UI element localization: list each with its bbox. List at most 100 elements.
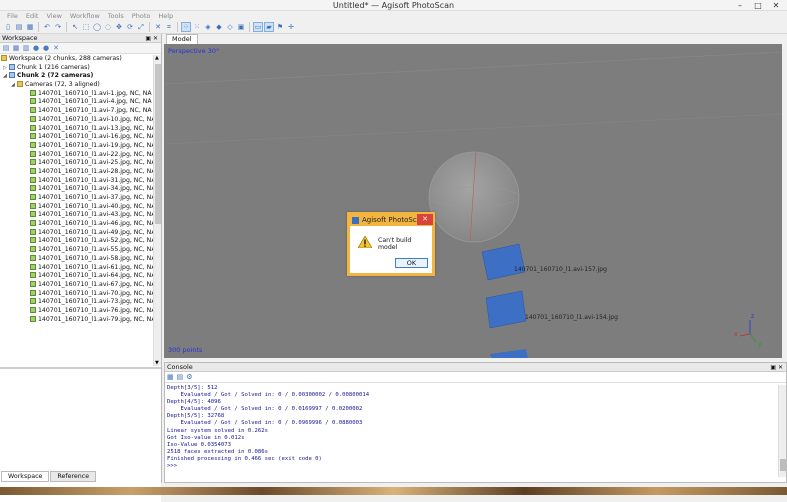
axis-x-label: x (734, 331, 738, 338)
workspace-scrollbar[interactable]: ▲ ▼ (153, 55, 161, 366)
camera-image-icon (30, 272, 36, 279)
camera-list-item[interactable]: 140701_160710_l1.avi-49.jpg, NC, NA (0, 228, 153, 238)
show-cameras-icon[interactable]: ▭ (253, 22, 263, 32)
camera-list-item[interactable]: 140701_160710_l1.avi-64.jpg, NC, NA (0, 272, 153, 281)
tab-model[interactable]: Model (166, 34, 198, 44)
rotate-object-icon[interactable]: ⟳ (125, 22, 135, 32)
crop-selection-icon[interactable]: ⌗ (164, 22, 174, 32)
menu-help[interactable]: Help (154, 11, 177, 21)
circle-select-icon[interactable]: ◯ (92, 22, 102, 32)
camera-plane-partial[interactable] (490, 349, 528, 358)
camera-list-item[interactable]: 140701_160710_l1.avi-61.jpg, NC, NA (0, 263, 153, 273)
save-log-icon[interactable]: ▦ (167, 373, 174, 381)
add-folder-icon[interactable]: ▥ (22, 44, 30, 52)
disable-icon[interactable]: ● (42, 44, 50, 52)
move-object-icon[interactable]: ✥ (114, 22, 124, 32)
camera-list-item[interactable]: 140701_160710_l1.avi-13.jpg, NC, NA (0, 124, 153, 134)
camera-list-item[interactable]: 140701_160710_l1.avi-58.jpg, NC, NA (0, 254, 153, 264)
camera-list-item[interactable]: 140701_160710_l1.avi-67.jpg, NC, NA (0, 280, 153, 290)
camera-list-item[interactable]: 140701_160710_l1.avi-46.jpg, NC, NA (0, 220, 153, 229)
console-scrollbar[interactable] (778, 385, 786, 477)
clear-log-icon[interactable]: ▤ (177, 373, 184, 381)
remove-items-icon[interactable]: ✕ (52, 44, 60, 52)
open-folder-icon[interactable]: ▤ (14, 22, 24, 32)
point-cloud-icon[interactable]: ⁘ (181, 22, 191, 32)
show-markers-icon[interactable]: ⚑ (275, 22, 285, 32)
chunk-icon (9, 72, 15, 79)
undo-icon[interactable]: ↶ (42, 22, 52, 32)
resize-region-icon[interactable]: ⤢ (136, 22, 146, 32)
camera-list-item[interactable]: 140701_160710_l1.avi-43.jpg, NC, NA (0, 211, 153, 220)
camera-list-item[interactable]: 140701_160710_l1.avi-37.jpg, NC, NA (0, 194, 153, 203)
menu-edit[interactable]: Edit (22, 11, 43, 21)
menu-file[interactable]: File (3, 11, 22, 21)
free-select-icon[interactable]: ◌ (103, 22, 113, 32)
add-chunk-icon[interactable]: ▤ (2, 44, 10, 52)
camera-list-item[interactable]: 140701_160710_l1.avi-34.jpg, NC, NA (0, 185, 153, 194)
scroll-up-icon[interactable]: ▲ (155, 55, 159, 61)
close-window-button[interactable]: ✕ (767, 0, 785, 11)
model-viewport[interactable]: Perspective 30° 300 points 140701_160710… (164, 44, 782, 358)
console-log: Depth[3/5]: 512 Evaluated / Got / Solved… (167, 385, 772, 475)
add-photos-icon[interactable]: ▦ (12, 44, 20, 52)
camera-list-item[interactable]: 140701_160710_l1.avi-10.jpg, NC, NA (0, 115, 153, 125)
tree-chunk-2[interactable]: ◢ Chunk 2 (72 cameras) (0, 72, 153, 81)
dialog-close-button[interactable]: ✕ (417, 214, 433, 225)
tree-root[interactable]: Workspace (2 chunks, 288 cameras) (0, 55, 153, 64)
delete-selection-icon[interactable]: ✕ (153, 22, 163, 32)
console-panel-controls[interactable]: ▣ ✕ (770, 363, 783, 372)
menu-workflow[interactable]: Workflow (66, 11, 104, 21)
camera-list-item[interactable]: 140701_160710_l1.avi-19.jpg, NC, NA (0, 141, 153, 151)
camera-list-item[interactable]: 140701_160710_l1.avi-16.jpg, NC, NA (0, 133, 153, 142)
camera-list-item[interactable]: 140701_160710_l1.avi-40.jpg, NC, NA (0, 202, 153, 212)
camera-list-item[interactable]: 140701_160710_l1.avi-4.jpg, NC, NA (0, 98, 153, 107)
camera-list-item[interactable]: 140701_160710_l1.avi-79.jpg, NC, NA (0, 315, 153, 325)
camera-list-item[interactable]: 140701_160710_l1.avi-25.jpg, NC, NA (0, 159, 153, 168)
new-document-icon[interactable]: ▯ (3, 22, 13, 32)
workspace-tree: Workspace (2 chunks, 288 cameras) ▷ Chunk… (0, 55, 153, 366)
ok-button[interactable]: OK (395, 258, 428, 268)
scrollbar-thumb[interactable] (780, 459, 786, 471)
maximize-button[interactable]: □ (749, 0, 767, 11)
show-region-icon[interactable]: ▰ (264, 22, 274, 32)
enable-icon[interactable]: ● (32, 44, 40, 52)
solid-model-icon[interactable]: ◆ (214, 22, 224, 32)
camera-plane-154[interactable] (485, 290, 527, 329)
camera-label: 140701_160710_l1.avi-58.jpg, NC, NA (38, 254, 153, 262)
minimize-button[interactable]: – (731, 0, 749, 11)
redo-icon[interactable]: ↷ (53, 22, 63, 32)
menu-photo[interactable]: Photo (128, 11, 155, 21)
camera-list-item[interactable]: 140701_160710_l1.avi-31.jpg, NC, NA (0, 176, 153, 186)
camera-plane-157[interactable] (481, 243, 526, 281)
menu-view[interactable]: View (42, 11, 65, 21)
camera-list-item[interactable]: 140701_160710_l1.avi-7.jpg, NC, NA (0, 107, 153, 116)
pointer-icon[interactable]: ↖ (70, 22, 80, 32)
dense-cloud-icon[interactable]: ⁙ (192, 22, 202, 32)
shaded-model-icon[interactable]: ◈ (203, 22, 213, 32)
save-icon[interactable]: ▦ (25, 22, 35, 32)
camera-list-item[interactable]: 140701_160710_l1.avi-76.jpg, NC, NA (0, 306, 153, 316)
camera-list-item[interactable]: 140701_160710_l1.avi-22.jpg, NC, NA (0, 150, 153, 160)
camera-list-item[interactable]: 140701_160710_l1.avi-70.jpg, NC, NA (0, 289, 153, 299)
menu-tools[interactable]: Tools (104, 11, 128, 21)
camera-list-item[interactable]: 140701_160710_l1.avi-52.jpg, NC, NA (0, 237, 153, 246)
camera-image-icon (30, 246, 36, 253)
camera-list-item[interactable]: 140701_160710_l1.avi-28.jpg, NC, NA (0, 167, 153, 177)
workspace-panel-controls[interactable]: ▣ ✕ (145, 34, 158, 43)
camera-list-item[interactable]: 140701_160710_l1.avi-1.jpg, NC, NA (0, 89, 153, 99)
camera-list-item[interactable]: 140701_160710_l1.avi-73.jpg, NC, NA (0, 298, 153, 307)
run-script-icon[interactable]: ⚙ (186, 373, 192, 381)
wireframe-model-icon[interactable]: ◇ (225, 22, 235, 32)
scrollbar-thumb[interactable] (155, 64, 161, 224)
rect-select-icon[interactable]: ⬚ (81, 22, 91, 32)
navigation-icon[interactable]: ✛ (286, 22, 296, 32)
camera-list-item[interactable]: 140701_160710_l1.avi-55.jpg, NC, NA (0, 246, 153, 255)
tab-workspace[interactable]: Workspace (1, 471, 50, 482)
tree-chunk-1[interactable]: ▷ Chunk 1 (216 cameras) (0, 63, 153, 73)
textured-model-icon[interactable]: ▣ (236, 22, 246, 32)
tab-reference[interactable]: Reference (50, 471, 97, 482)
window-title: Untitled* — Agisoft PhotoScan (332, 1, 455, 10)
scroll-down-icon[interactable]: ▼ (155, 360, 159, 366)
toolbar-separator (66, 22, 67, 32)
tree-cameras-folder[interactable]: ◢ Cameras (72, 3 aligned) (0, 81, 153, 90)
